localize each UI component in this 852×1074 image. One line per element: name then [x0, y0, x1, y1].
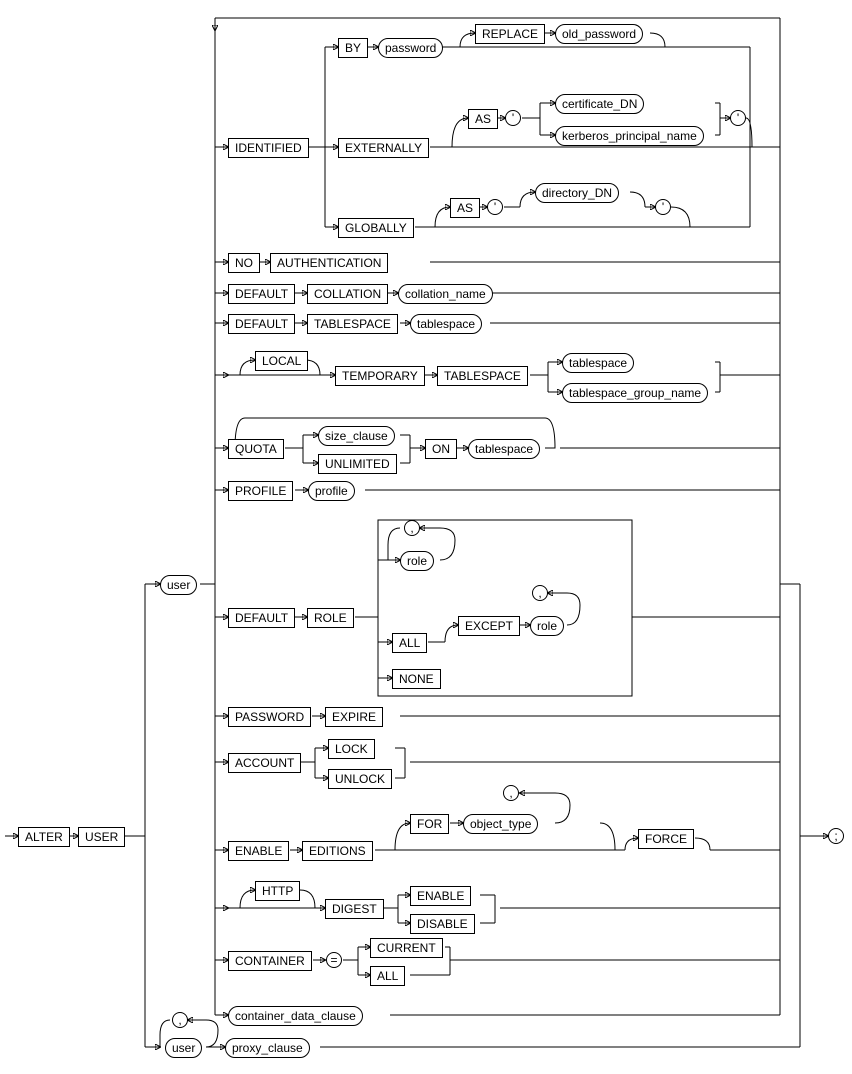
kw-except: EXCEPT [458, 616, 520, 636]
kw-profile: PROFILE [228, 481, 293, 501]
term-quote-glob-close: ' [655, 199, 671, 215]
kw-authentication: AUTHENTICATION [270, 253, 388, 273]
term-comma-role-except: , [532, 585, 548, 601]
term-comma-user: , [172, 1012, 188, 1028]
nt-container-data-clause[interactable]: container_data_clause [228, 1006, 363, 1026]
kw-account: ACCOUNT [228, 753, 301, 773]
nt-password[interactable]: password [378, 38, 443, 58]
nt-object-type[interactable]: object_type [463, 814, 538, 834]
kw-expire: EXPIRE [325, 707, 383, 727]
nt-certificate-dn[interactable]: certificate_DN [555, 94, 644, 114]
kw-container: CONTAINER [228, 951, 312, 971]
kw-all-container: ALL [370, 966, 405, 986]
kw-tablespace-def: TABLESPACE [307, 314, 398, 334]
nt-tablespace-def[interactable]: tablespace [410, 314, 482, 334]
term-comma-objtype: , [503, 785, 519, 801]
kw-externally: EXTERNALLY [338, 138, 429, 158]
kw-local: LOCAL [255, 351, 308, 371]
kw-collation: COLLATION [307, 284, 388, 304]
nt-proxy-clause[interactable]: proxy_clause [225, 1038, 310, 1058]
kw-enable: ENABLE [228, 841, 289, 861]
kw-on: ON [425, 439, 457, 459]
kw-quota: QUOTA [228, 439, 284, 459]
kw-digest-enable: ENABLE [410, 886, 471, 906]
kw-as-glob: AS [450, 198, 480, 218]
kw-as-ext: AS [468, 109, 498, 129]
term-semicolon: ; [828, 828, 844, 844]
kw-alter: ALTER [18, 827, 70, 847]
kw-role: ROLE [307, 608, 354, 628]
kw-by: BY [338, 38, 368, 58]
kw-none: NONE [392, 669, 441, 689]
kw-password: PASSWORD [228, 707, 311, 727]
nt-tablespace-temp[interactable]: tablespace [562, 353, 634, 373]
nt-kerberos-principal[interactable]: kerberos_principal_name [555, 126, 704, 146]
nt-size-clause[interactable]: size_clause [318, 426, 395, 446]
kw-lock: LOCK [328, 739, 375, 759]
nt-profile[interactable]: profile [308, 481, 355, 501]
nt-role[interactable]: role [400, 551, 434, 571]
kw-http: HTTP [255, 881, 300, 901]
nt-user[interactable]: user [160, 575, 197, 595]
kw-tablespace-temp: TABLESPACE [437, 366, 528, 386]
kw-unlimited: UNLIMITED [318, 454, 397, 474]
nt-tablespace-quota[interactable]: tablespace [468, 439, 540, 459]
kw-all: ALL [392, 633, 427, 653]
kw-digest: DIGEST [325, 899, 384, 919]
kw-globally: GLOBALLY [338, 218, 414, 238]
kw-for: FOR [410, 814, 449, 834]
nt-role-except[interactable]: role [530, 616, 564, 636]
kw-temporary: TEMPORARY [335, 366, 425, 386]
kw-unlock: UNLOCK [328, 769, 392, 789]
kw-default-role: DEFAULT [228, 608, 295, 628]
nt-old-password[interactable]: old_password [555, 24, 643, 44]
nt-directory-dn[interactable]: directory_DN [535, 183, 619, 203]
term-equals: = [326, 952, 342, 968]
term-quote-ext-open: ' [505, 110, 521, 126]
kw-force: FORCE [638, 829, 694, 849]
nt-tablespace-group[interactable]: tablespace_group_name [562, 383, 708, 403]
kw-user: USER [78, 827, 125, 847]
kw-default-ts: DEFAULT [228, 314, 295, 334]
term-quote-ext-close: ' [730, 110, 746, 126]
nt-collation-name[interactable]: collation_name [398, 284, 493, 304]
kw-replace: REPLACE [475, 24, 545, 44]
kw-no: NO [228, 253, 260, 273]
kw-current: CURRENT [370, 938, 443, 958]
kw-default-coll: DEFAULT [228, 284, 295, 304]
nt-user-proxy[interactable]: user [165, 1038, 202, 1058]
kw-identified: IDENTIFIED [228, 138, 309, 158]
kw-editions: EDITIONS [302, 841, 373, 861]
term-quote-glob-open: ' [487, 199, 503, 215]
kw-digest-disable: DISABLE [410, 914, 475, 934]
term-comma-role: , [404, 520, 420, 536]
